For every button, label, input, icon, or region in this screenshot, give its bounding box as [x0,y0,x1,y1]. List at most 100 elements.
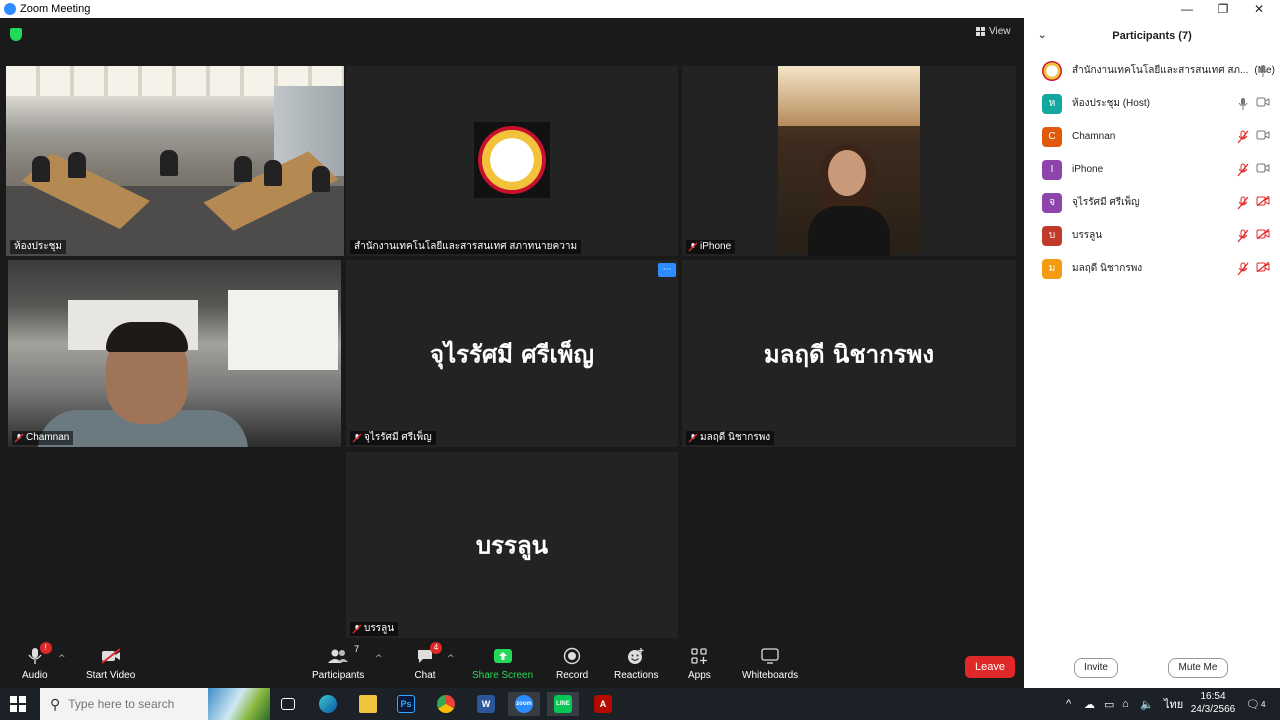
participant-row[interactable]: ม มลฤดี นิชากรพง [1024,252,1280,285]
camera-icon[interactable] [1256,130,1270,144]
camera-off-icon[interactable] [1256,261,1270,276]
office-logo [474,122,550,198]
onedrive-icon[interactable]: ☁ [1084,688,1095,720]
more-options-button[interactable]: ··· [658,263,676,277]
taskbar-search[interactable]: ⚲ [40,688,270,720]
mic-muted-icon[interactable] [1236,163,1250,177]
photoshop-icon[interactable]: Ps [390,692,422,716]
camera-icon[interactable] [1256,163,1270,177]
mic-muted-icon[interactable] [1236,262,1250,276]
participant-row[interactable]: จ จุไรรัศมี ศรีเพ็ญ [1024,186,1280,219]
notification-count: 4 [1260,699,1266,709]
line-icon[interactable]: LINE [547,692,579,716]
edge-icon[interactable] [312,692,344,716]
participant-name: มลฤดี นิชากรพง [1072,263,1143,274]
participant-display-name: มลฤดี นิชากรพง [763,339,935,368]
participant-label: Chamnan [12,431,74,445]
apps-button[interactable]: Apps [688,646,711,681]
participant-row[interactable]: บ บรรลูน [1024,219,1280,252]
smiley-icon [625,646,647,666]
avatar: ม [1042,258,1062,279]
chevron-up-icon[interactable]: ^ [1066,688,1071,720]
video-tile-chamnan[interactable]: Chamnan [8,260,341,447]
share-screen-button[interactable]: Share Screen [472,646,533,681]
avatar: ห [1042,93,1062,114]
audio-options-caret[interactable]: ^ [58,654,66,664]
video-tile-jurairat[interactable]: ··· จุไรรัศมี ศรีเพ็ญ จุไรรัศมี ศรีเพ็ญ [346,260,678,447]
security-shield-icon[interactable] [10,28,22,41]
chevron-down-icon[interactable]: ⌄ [1038,30,1046,41]
leave-button[interactable]: Leave [965,656,1015,678]
zoom-taskbar-icon[interactable]: zoom [508,692,540,716]
participant-row[interactable]: ห ห้องประชุม (Host) [1024,87,1280,120]
notifications-icon[interactable]: 🗨 4 [1246,688,1265,720]
battery-icon[interactable]: ▭ [1104,688,1114,720]
taskbar-clock[interactable]: 16:54 24/3/2566 [1188,690,1238,716]
search-input[interactable] [68,697,219,711]
audio-button[interactable]: ! Audio [22,642,52,681]
chrome-icon[interactable] [430,692,462,716]
microphone-icon: ! [24,642,52,666]
video-tile-bunloon[interactable]: บรรลูน บรรลูน [346,452,678,638]
file-explorer-icon[interactable] [352,692,384,716]
minimize-button[interactable]: — [1169,0,1205,18]
participant-label: สำนักงานเทคโนโลยีและสารสนเทศ สภาทนายความ [350,240,582,254]
participants-panel-footer: Invite Mute Me [1024,650,1280,688]
language-indicator[interactable]: ไทย [1164,688,1183,720]
camera-icon[interactable] [1256,97,1270,111]
mic-muted-icon [688,433,698,443]
participants-panel: ⌄ Participants (7) สำนักงานเทคโนโลยีและส… [1024,18,1280,688]
video-tile-monrudee[interactable]: มลฤดี นิชากรพง มลฤดี นิชากรพง [682,260,1016,447]
invite-button[interactable]: Invite [1074,658,1118,678]
participants-panel-header: ⌄ Participants (7) [1024,18,1280,54]
participant-row[interactable]: สำนักงานเทคโนโลยีและสารสนเทศ สภ...(Me) [1024,54,1280,87]
participant-label: มลฤดี นิชากรพง [686,431,775,445]
participant-row[interactable]: C Chamnan [1024,120,1280,153]
start-video-button[interactable]: Start Video [86,646,135,681]
volume-icon[interactable]: 🔈 [1140,688,1154,720]
mic-muted-icon[interactable] [1236,130,1250,144]
participants-options-caret[interactable]: ^ [375,654,383,664]
maximize-button[interactable]: ❐ [1205,0,1241,18]
video-tile-iphone[interactable]: iPhone [682,66,1016,256]
record-button[interactable]: Record [556,646,588,681]
camera-off-icon[interactable] [1256,195,1270,210]
windows-start-icon[interactable] [10,696,26,712]
mute-me-button[interactable]: Mute Me [1168,658,1228,678]
mic-muted-icon[interactable] [1236,229,1250,243]
microphone-icon[interactable] [1256,64,1270,78]
network-icon[interactable]: ⌂ [1122,688,1129,720]
grid-icon [976,27,985,36]
room-video [6,66,344,256]
video-tile-office[interactable]: สำนักงานเทคโนโลยีและสารสนเทศ สภาทนายความ [346,66,678,256]
mic-muted-icon [14,433,24,443]
close-button[interactable]: ✕ [1241,0,1277,18]
participant-display-name: บรรลูน [475,530,549,560]
chat-unread-badge: 4 [430,642,442,654]
search-highlight-image [208,688,270,720]
microphone-icon[interactable] [1236,97,1250,111]
participant-name: Chamnan [1072,131,1116,142]
participants-icon: 7 [327,644,359,666]
participant-name: สำนักงานเทคโนโลยีและสารสนเทศ สภ...(Me) [1072,63,1275,78]
video-tile-room[interactable]: ห้องประชุม [6,66,344,256]
acrobat-icon[interactable]: A [587,692,619,716]
view-label: View [989,26,1011,37]
zoom-app-icon [4,3,16,15]
mic-muted-icon [688,242,698,252]
camera-off-icon[interactable] [1256,228,1270,243]
whiteboards-button[interactable]: Whiteboards [742,646,798,681]
chat-icon: 4 [414,642,442,666]
chat-button[interactable]: 4 Chat [414,642,442,681]
chat-options-caret[interactable]: ^ [447,654,455,664]
mic-muted-icon [352,624,362,634]
reactions-button[interactable]: Reactions [614,646,658,681]
participants-button[interactable]: 7 Participants [312,644,364,681]
avatar: บ [1042,225,1062,246]
participant-row[interactable]: IiPhone [1024,153,1280,186]
word-icon[interactable]: W [470,692,502,716]
mic-muted-icon[interactable] [1236,196,1250,210]
participants-count: 7 [354,644,360,654]
view-button[interactable]: View [976,26,1011,37]
task-view-icon[interactable] [272,692,304,716]
